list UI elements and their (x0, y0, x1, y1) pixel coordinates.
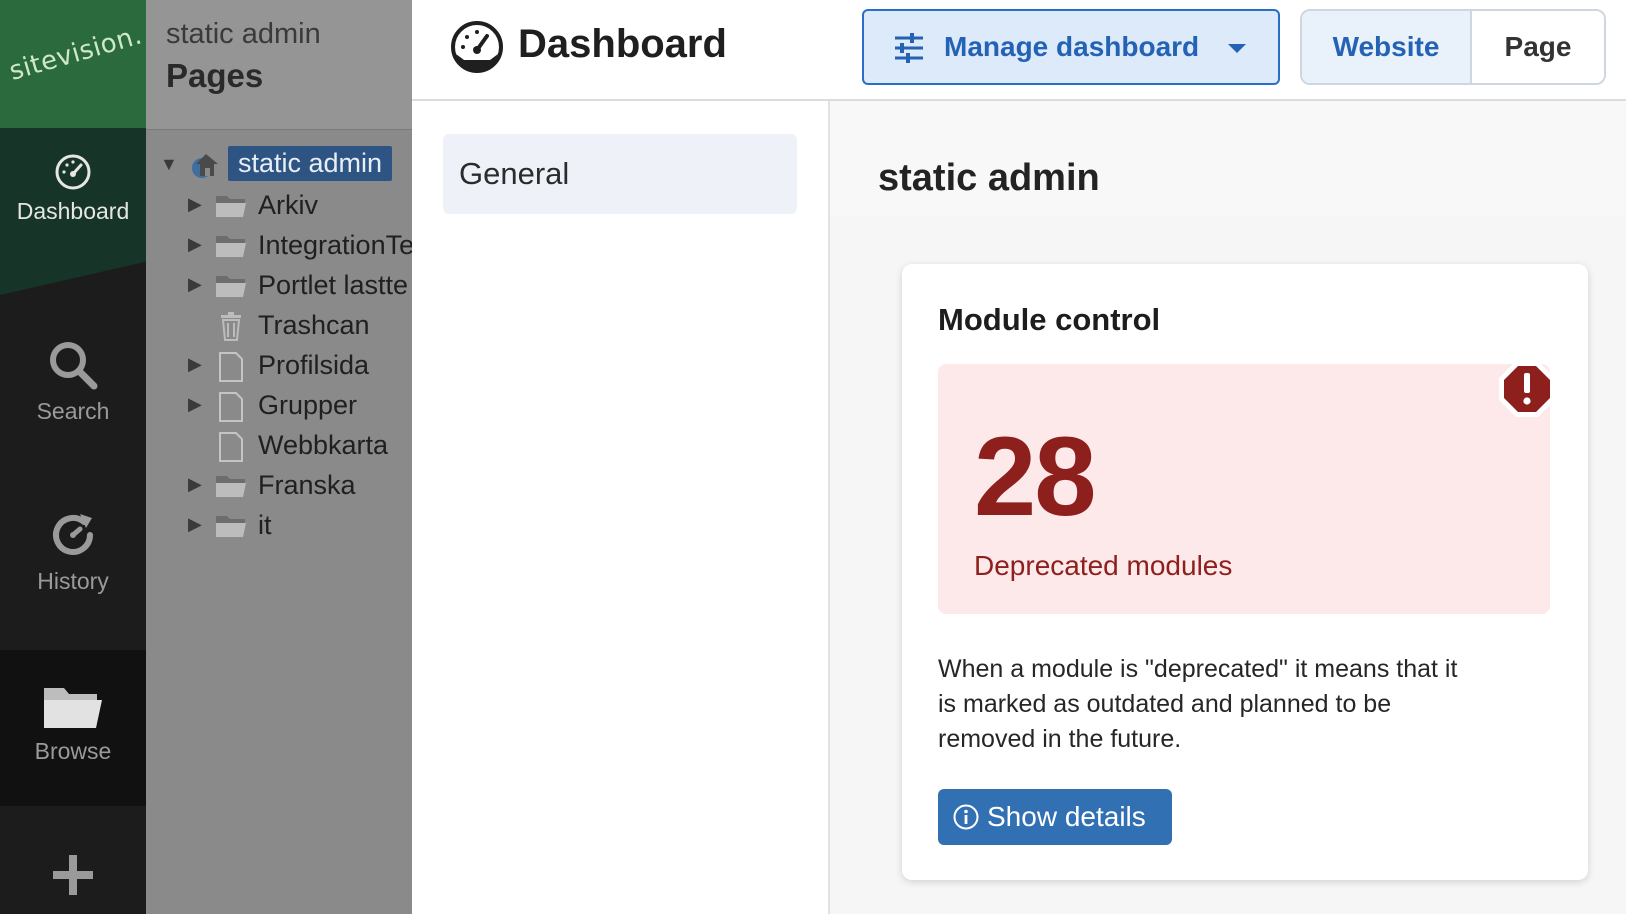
rail-label-dashboard: Dashboard (16, 198, 130, 224)
content-header: static admin (830, 101, 1626, 215)
tree-item-arkiv[interactable]: ▶ Arkiv (146, 186, 412, 226)
deprecated-alert-box: 28 Deprecated modules (938, 361, 1555, 614)
rail-item-add[interactable] (0, 852, 146, 898)
rail-item-search[interactable]: Search (0, 338, 146, 425)
scope-website-button[interactable]: Website (1302, 11, 1472, 83)
tree-item-label: IntegrationTe (258, 230, 412, 260)
show-details-button[interactable]: Show details (938, 789, 1172, 845)
folder-icon (216, 196, 246, 217)
rail-item-dashboard[interactable]: Dashboard (0, 152, 146, 225)
tree-site-name: static admin (166, 18, 321, 50)
dashboard-subnav: General (412, 101, 830, 914)
trash-icon (221, 312, 241, 341)
show-details-label: Show details (987, 801, 1146, 832)
tree-root[interactable]: ▼ static admin (146, 144, 412, 186)
rail-label-search: Search (36, 398, 110, 424)
scope-page-button[interactable]: Page (1472, 11, 1604, 83)
tree-root-label: static admin (228, 146, 393, 181)
tree-item-label: Portlet lastte (258, 270, 409, 300)
dashboard-icon (55, 154, 91, 190)
page-icon (219, 432, 243, 462)
sliders-icon (895, 33, 923, 63)
plus-icon (53, 855, 93, 895)
tree-item-portlet[interactable]: ▶ Portlet lastte (146, 266, 412, 306)
pages-tree: ▼ static admin ▶ Arkiv ▶ IntegrationTe ▶… (146, 144, 412, 546)
manage-dashboard-button[interactable]: Manage dashboard (862, 9, 1280, 85)
page-title: Dashboard (518, 22, 727, 66)
card-description: When a module is "deprecated" it means t… (938, 655, 1458, 753)
deprecated-count: 28 (974, 414, 1097, 539)
caret-right-icon[interactable]: ▶ (188, 354, 202, 375)
subnav-item-general[interactable]: General (443, 134, 797, 214)
folder-icon (216, 476, 246, 497)
caret-right-icon[interactable]: ▶ (188, 194, 202, 215)
folder-icon (216, 516, 246, 537)
site-icon (192, 154, 218, 178)
tree-item-grupper[interactable]: ▶ Grupper (146, 386, 412, 426)
rail-item-history[interactable]: History (0, 508, 146, 595)
pages-tree-pane: static admin Pages ▼ static admin ▶ Arki… (146, 0, 412, 914)
tree-item-label: Webbkarta (258, 430, 389, 460)
logo-band: sitevision. (0, 0, 146, 128)
tree-header: static admin Pages (146, 0, 412, 130)
caret-right-icon[interactable]: ▶ (188, 514, 202, 535)
deprecated-label: Deprecated modules (974, 550, 1233, 581)
tree-item-profilsida[interactable]: ▶ Profilsida (146, 346, 412, 386)
folder-icon (216, 276, 246, 297)
app-rail: sitevision. Dashboard Search History Bro… (0, 0, 146, 914)
tree-item-label: it (258, 510, 272, 540)
tree-item-it[interactable]: ▶ it (146, 506, 412, 546)
tree-title: Pages (166, 57, 264, 94)
caret-right-icon[interactable]: ▶ (188, 474, 202, 495)
tree-item-franska[interactable]: ▶ Franska (146, 466, 412, 506)
caret-right-icon[interactable]: ▶ (188, 234, 202, 255)
manage-dashboard-label: Manage dashboard (944, 31, 1200, 62)
info-icon (953, 804, 979, 830)
site-title: static admin (878, 157, 1100, 199)
rail-item-browse[interactable]: Browse (0, 680, 146, 765)
dashboard-content: static admin Module control 28 Deprecate… (830, 101, 1626, 914)
dashboard-icon (451, 21, 503, 73)
caret-down-icon[interactable]: ▼ (160, 154, 178, 175)
page-icon (219, 352, 243, 382)
tree-item-integration[interactable]: ▶ IntegrationTe (146, 226, 412, 266)
folder-icon (216, 236, 246, 257)
alert-icon (1499, 361, 1555, 417)
rail-label-history: History (37, 568, 109, 594)
sitevision-logo[interactable]: sitevision. (6, 20, 145, 86)
tree-item-label: Grupper (258, 390, 358, 420)
main-panel: Dashboard Manage dashboard Website Page … (412, 0, 1626, 914)
search-icon (50, 342, 98, 390)
scope-toggle: Website Page (1300, 9, 1606, 85)
caret-right-icon[interactable]: ▶ (188, 394, 202, 415)
page-icon (219, 392, 243, 422)
folder-icon (44, 688, 102, 728)
tree-item-label: Trashcan (258, 310, 370, 340)
rail-label-browse: Browse (34, 738, 112, 764)
caret-right-icon[interactable]: ▶ (188, 274, 202, 295)
module-control-card: Module control 28 Deprecated modules Whe… (902, 264, 1588, 880)
tree-item-trashcan[interactable]: Trashcan (146, 306, 412, 346)
chevron-down-icon (1228, 44, 1246, 53)
card-title: Module control (938, 302, 1161, 337)
tree-item-label: Arkiv (258, 190, 318, 220)
tree-item-label: Profilsida (258, 350, 370, 380)
history-icon (53, 514, 93, 555)
tree-item-label: Franska (258, 470, 356, 500)
dashboard-header: Dashboard Manage dashboard Website Page (412, 0, 1626, 101)
tree-item-webbkarta[interactable]: Webbkarta (146, 426, 412, 466)
